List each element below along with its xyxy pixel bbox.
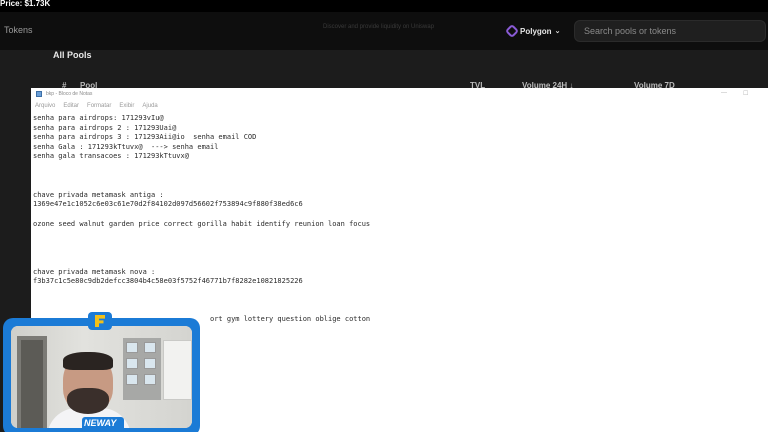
whiteboard — [163, 340, 192, 400]
price-ticker: Price: $1.73K — [0, 0, 51, 8]
text-line — [33, 287, 753, 297]
menu-editar[interactable]: Editar — [63, 103, 79, 109]
text-line: chave privada metamask nova : — [33, 267, 156, 276]
network-selector[interactable]: Polygon ⌄ — [504, 21, 561, 41]
notepad-titlebar: bkp - Bloco de Notas — ☐ — [31, 88, 768, 100]
notepad-icon — [36, 91, 42, 97]
polygon-icon — [504, 23, 520, 39]
text-line — [33, 229, 753, 239]
screen: Price: $1.73K Tokens Discover and provid… — [0, 0, 768, 432]
menu-arquivo[interactable]: Arquivo — [35, 103, 55, 109]
text-line — [33, 296, 753, 306]
text-line: chave privada metamask antiga : — [33, 190, 164, 199]
text-line — [33, 162, 753, 172]
text-line: senha para airdrops: 171293vIu@ — [33, 114, 164, 122]
text-line — [33, 306, 753, 316]
menu-ajuda[interactable]: Ajuda — [142, 103, 157, 109]
photo-board — [123, 338, 161, 400]
search-input[interactable] — [584, 26, 759, 36]
minimize-button[interactable]: — — [721, 90, 727, 96]
text-line — [33, 248, 753, 258]
channel-logo-text: NEWAY — [84, 418, 117, 428]
text-line — [33, 210, 753, 220]
text-line — [33, 258, 753, 268]
text-line: senha para airdrops 3 : 171293Aii@io sen… — [33, 133, 257, 142]
ticker-bar: Price: $1.73K — [0, 0, 768, 12]
webcam-overlay — [3, 318, 200, 432]
text-line: f3b37c1c5e80c9db2defcc3804b4c58e03f5752f… — [33, 277, 303, 286]
page-title: All Pools — [53, 50, 92, 60]
menu-formatar[interactable]: Formatar — [87, 103, 111, 109]
text-line — [33, 172, 753, 182]
chevron-down-icon: ⌄ — [554, 28, 561, 35]
notepad-menubar: Arquivo Editar Formatar Exibir Ajuda — [35, 103, 158, 109]
text-line: 1369e47e1c1052c6e03c61e70d2f84102d097d56… — [33, 200, 303, 209]
menu-exibir[interactable]: Exibir — [119, 103, 134, 109]
channel-badge-icon — [88, 312, 112, 330]
search-box[interactable] — [574, 20, 766, 42]
text-line: senha gala transacoes : 171293kTtuvx@ — [33, 152, 189, 161]
nav-tokens[interactable]: Tokens — [4, 25, 33, 35]
text-line: senha Gala : 171293kTtuvx@ ---> senha em… — [33, 142, 219, 151]
text-line — [33, 239, 753, 249]
header-faint-text: Discover and provide liquidity on Uniswa… — [323, 24, 435, 30]
maximize-button[interactable]: ☐ — [743, 90, 748, 97]
text-line: senha para airdrops 2 : 171293Uai@ — [33, 123, 177, 132]
webcam-feed — [11, 326, 192, 428]
text-line — [33, 181, 753, 191]
notepad-title: bkp - Bloco de Notas — [46, 91, 93, 97]
network-label: Polygon — [520, 26, 552, 36]
text-line: ozone seed walnut garden price correct g… — [33, 219, 371, 228]
notepad-text-area[interactable]: senha para airdrops: 171293vIu@ senha pa… — [33, 114, 753, 325]
